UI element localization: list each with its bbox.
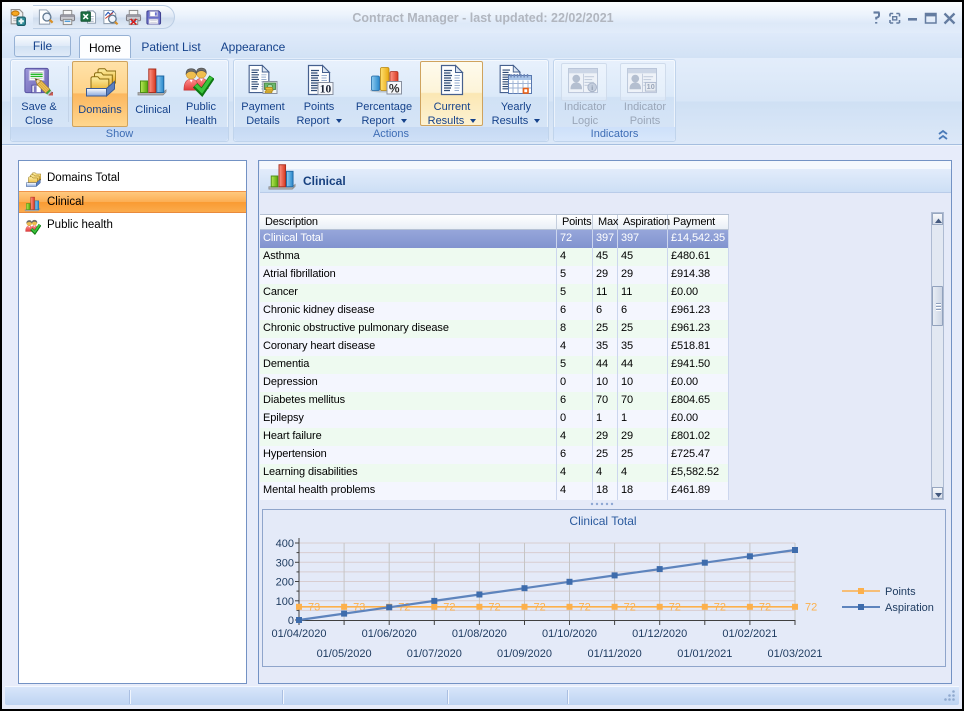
svg-text:72: 72 bbox=[579, 602, 591, 614]
svg-text:i: i bbox=[591, 85, 593, 92]
svg-text:72: 72 bbox=[534, 602, 546, 614]
svg-text:01/07/2020: 01/07/2020 bbox=[407, 648, 462, 660]
svg-text:01/12/2020: 01/12/2020 bbox=[632, 628, 687, 640]
svg-text:01/11/2020: 01/11/2020 bbox=[587, 648, 641, 660]
svg-text:72: 72 bbox=[759, 602, 771, 614]
svg-text:Clinical Total: Clinical Total bbox=[569, 514, 636, 528]
svg-text:01/06/2020: 01/06/2020 bbox=[362, 628, 417, 640]
svg-text:01/08/2020: 01/08/2020 bbox=[452, 628, 507, 640]
svg-text:300: 300 bbox=[276, 557, 294, 569]
svg-text:72: 72 bbox=[714, 602, 726, 614]
svg-text:72: 72 bbox=[488, 602, 500, 614]
svg-text:01/10/2020: 01/10/2020 bbox=[542, 628, 597, 640]
svg-text:01/01/2021: 01/01/2021 bbox=[677, 648, 732, 660]
svg-text:10: 10 bbox=[647, 82, 655, 91]
svg-text:Points: Points bbox=[885, 586, 916, 598]
svg-text:72: 72 bbox=[805, 602, 817, 614]
svg-text:01/02/2021: 01/02/2021 bbox=[722, 628, 777, 640]
svg-text:01/09/2020: 01/09/2020 bbox=[497, 648, 552, 660]
svg-text:72: 72 bbox=[398, 602, 410, 614]
svg-text:72: 72 bbox=[624, 602, 636, 614]
svg-text:Aspiration: Aspiration bbox=[885, 602, 934, 614]
svg-text:200: 200 bbox=[276, 577, 294, 589]
svg-text:400: 400 bbox=[276, 538, 294, 550]
svg-text:01/04/2020: 01/04/2020 bbox=[271, 628, 326, 640]
svg-text:73: 73 bbox=[308, 602, 320, 614]
svg-text:72: 72 bbox=[669, 602, 681, 614]
svg-text:0: 0 bbox=[288, 615, 294, 627]
svg-text:72: 72 bbox=[443, 602, 455, 614]
svg-text:01/05/2020: 01/05/2020 bbox=[317, 648, 372, 660]
svg-text:01/03/2021: 01/03/2021 bbox=[767, 648, 822, 660]
svg-text:100: 100 bbox=[276, 596, 294, 608]
